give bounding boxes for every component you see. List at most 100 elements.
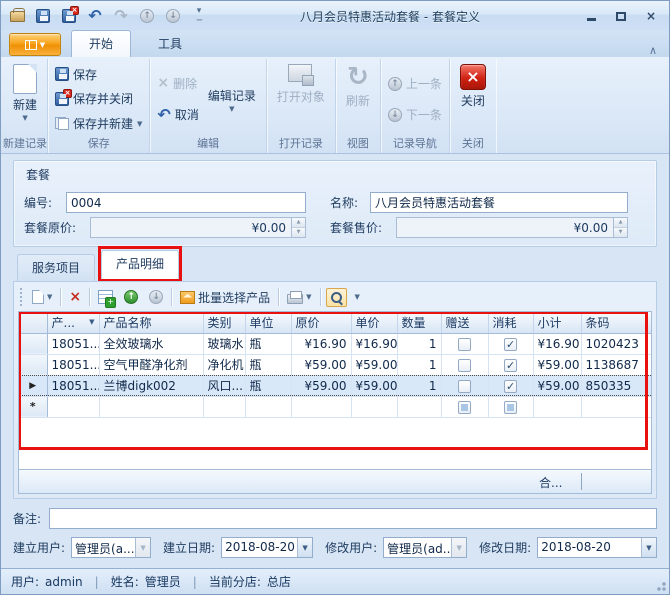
cell-unit[interactable] (245, 396, 291, 417)
gift-checkbox[interactable] (458, 380, 471, 393)
new-button[interactable]: 新建 ▼ (7, 62, 43, 136)
close-button[interactable]: × (643, 9, 659, 23)
table-row[interactable]: ▶18051...兰博digk002风口...瓶¥59.00¥59.001¥59… (19, 375, 652, 396)
cell-price[interactable] (351, 396, 397, 417)
resize-grip[interactable] (654, 579, 666, 591)
cell-name[interactable] (99, 396, 203, 417)
row-selector[interactable]: ▶ (19, 375, 47, 396)
cell-name[interactable]: 兰博digk002 (99, 375, 203, 396)
cart-icon[interactable] (7, 6, 27, 26)
cell-qty[interactable]: 1 (397, 354, 441, 375)
cell-code[interactable]: 18051... (47, 354, 99, 375)
column-header[interactable]: 消耗 (488, 312, 533, 333)
gift-checkbox[interactable] (458, 359, 471, 372)
consume-checkbox[interactable] (504, 401, 517, 414)
cell-unit[interactable]: 瓶 (245, 333, 291, 354)
remarks-input[interactable] (49, 508, 657, 529)
edit-record-button[interactable]: 编辑记录 ▼ (202, 62, 262, 136)
tab-tools[interactable]: 工具 (141, 31, 199, 57)
consume-checkbox[interactable] (504, 338, 517, 351)
cell-name[interactable]: 空气甲醛净化剂 (99, 354, 203, 375)
cell-gift[interactable] (441, 333, 488, 354)
save-close-button[interactable]: × 保存并关闭 (52, 89, 145, 108)
cell-category[interactable] (203, 396, 245, 417)
tab-product-detail[interactable]: 产品明细 (101, 250, 179, 279)
sort-arrow-icon[interactable]: ▼ (89, 318, 94, 326)
cell-subtotal[interactable]: ¥59.00 (533, 354, 581, 375)
cell-code[interactable]: 18051... (47, 375, 99, 396)
gift-checkbox[interactable] (458, 338, 471, 351)
minimize-button[interactable] (583, 9, 599, 23)
column-header[interactable]: 类别 (203, 312, 245, 333)
search-button[interactable] (326, 288, 347, 307)
cell-subtotal[interactable] (533, 396, 581, 417)
move-up-button[interactable]: ↑ (121, 288, 141, 306)
collapse-ribbon-icon[interactable]: ∧ (649, 44, 661, 57)
tab-start[interactable]: 开始 (71, 30, 131, 57)
cell-consume[interactable] (488, 375, 533, 396)
column-header[interactable]: 产品名称 (99, 312, 203, 333)
save-icon[interactable] (33, 6, 53, 26)
cell-category[interactable]: 玻璃水 (203, 333, 245, 354)
cell-qty[interactable] (397, 396, 441, 417)
cell-gift[interactable] (441, 354, 488, 375)
cell-category[interactable]: 风口... (203, 375, 245, 396)
chevron-down-icon[interactable]: ▼ (297, 538, 312, 557)
cell-barcode[interactable]: 1138687 (581, 354, 652, 375)
column-header[interactable]: 数量 (397, 312, 441, 333)
column-header[interactable]: 赠送 (441, 312, 488, 333)
column-header[interactable]: 小计 (533, 312, 581, 333)
name-input[interactable] (370, 192, 628, 213)
consume-checkbox[interactable] (504, 380, 517, 393)
cell-unit[interactable]: 瓶 (245, 375, 291, 396)
code-input[interactable] (66, 192, 306, 213)
column-header[interactable]: 单价 (351, 312, 397, 333)
save-new-button[interactable]: 保存并新建 ▼ (52, 114, 145, 133)
add-row-button[interactable]: ▼ (29, 288, 55, 306)
undo-icon[interactable]: ↶ (85, 6, 105, 26)
cancel-button[interactable]: ↶ 取消 (154, 105, 201, 124)
created-date-combo[interactable]: 2018-08-20 ▼ (221, 537, 313, 558)
cell-subtotal[interactable]: ¥59.00 (533, 375, 581, 396)
column-header[interactable]: 产...▼ (47, 312, 99, 333)
tab-service-items[interactable]: 服务项目 (17, 254, 95, 281)
cell-category[interactable]: 净化机 (203, 354, 245, 375)
cell-orig[interactable]: ¥59.00 (291, 354, 351, 375)
grid-settings-button[interactable] (95, 288, 116, 306)
cell-price[interactable]: ¥59.00 (351, 354, 397, 375)
delete-row-button[interactable]: × (66, 289, 84, 306)
search-options-button[interactable]: ▼ (352, 292, 363, 302)
cell-gift[interactable] (441, 375, 488, 396)
batch-select-button[interactable]: 批量选择产品 (177, 287, 273, 308)
row-selector[interactable] (19, 354, 47, 375)
cell-code[interactable] (47, 396, 99, 417)
column-header[interactable]: 条码 (581, 312, 652, 333)
save-close-icon[interactable]: × (59, 6, 79, 26)
cell-code[interactable]: 18051... (47, 333, 99, 354)
product-grid[interactable]: 产...▼产品名称类别单位原价单价数量赠送消耗小计条码18051...全效玻璃水… (19, 312, 652, 418)
cell-price[interactable]: ¥16.90 (351, 333, 397, 354)
cell-barcode[interactable] (581, 396, 652, 417)
consume-checkbox[interactable] (504, 359, 517, 372)
save-button[interactable]: 保存 (52, 65, 145, 84)
cell-orig[interactable]: ¥59.00 (291, 375, 351, 396)
close-record-button[interactable]: × 关闭 (454, 62, 492, 136)
cell-consume[interactable] (488, 333, 533, 354)
qat-customize-icon[interactable]: ▾─ (189, 6, 209, 26)
application-menu-button[interactable]: ▼ (9, 33, 61, 56)
cell-gift[interactable] (441, 396, 488, 417)
row-selector[interactable] (19, 333, 47, 354)
chevron-down-icon[interactable]: ▼ (641, 538, 656, 557)
table-row[interactable]: 18051...空气甲醛净化剂净化机瓶¥59.00¥59.001¥59.0011… (19, 354, 652, 375)
cell-consume[interactable] (488, 354, 533, 375)
column-header[interactable]: 原价 (291, 312, 351, 333)
cell-barcode[interactable]: 1020423 (581, 333, 652, 354)
cell-qty[interactable]: 1 (397, 333, 441, 354)
cell-orig[interactable]: ¥16.90 (291, 333, 351, 354)
cell-unit[interactable]: 瓶 (245, 354, 291, 375)
cell-subtotal[interactable]: ¥16.90 (533, 333, 581, 354)
cell-consume[interactable] (488, 396, 533, 417)
cell-orig[interactable] (291, 396, 351, 417)
restore-button[interactable] (613, 9, 629, 23)
cell-qty[interactable]: 1 (397, 375, 441, 396)
